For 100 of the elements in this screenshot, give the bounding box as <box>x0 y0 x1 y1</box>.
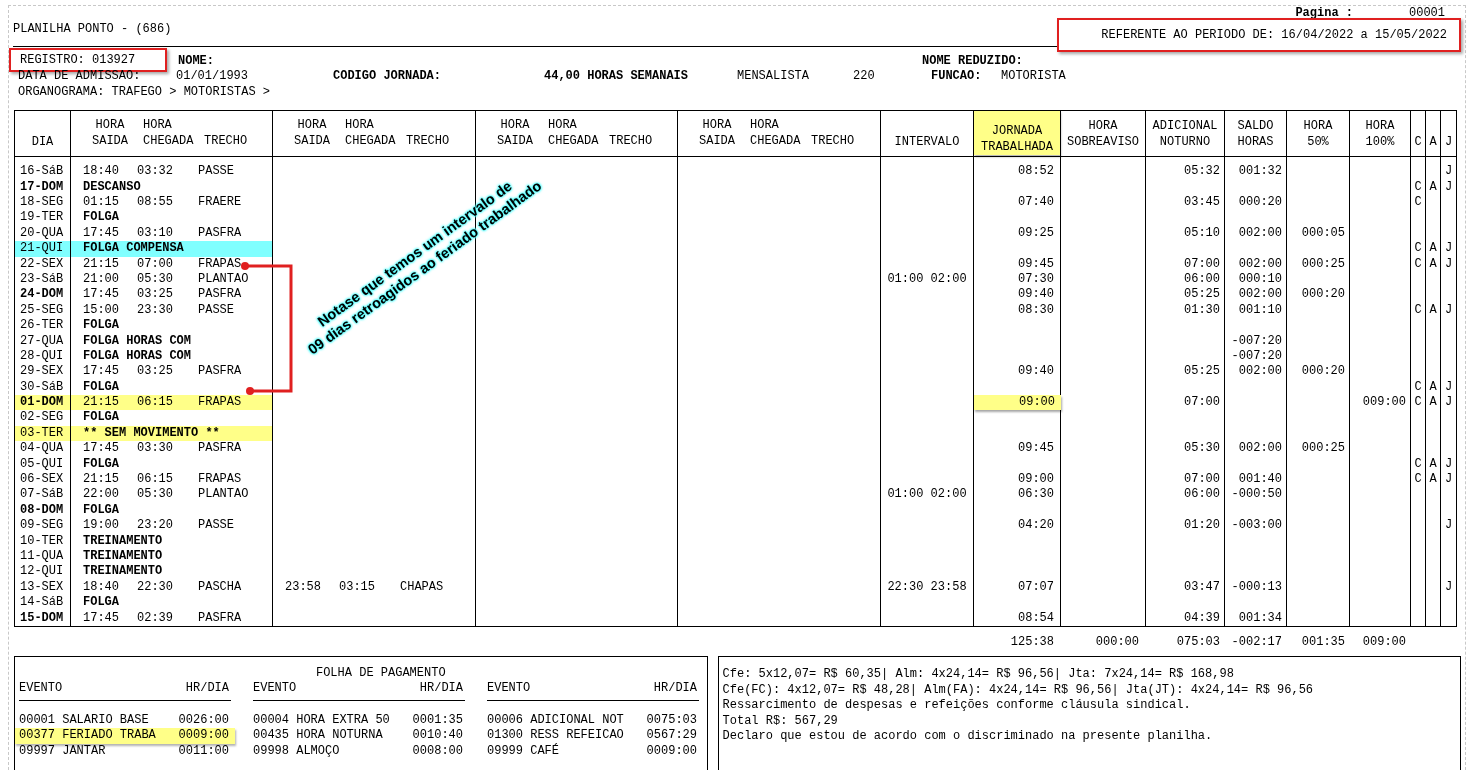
status-text: FOLGA <box>82 379 119 394</box>
column-header: HORA <box>547 118 577 134</box>
flag-letter: J <box>1444 579 1453 594</box>
status-text: FOLGA <box>82 410 119 425</box>
departure-time: 15:00 <box>83 302 120 319</box>
departure-time: 21:15 <box>83 256 120 272</box>
flag-letter: C <box>1414 379 1422 394</box>
org-chart-path: ORGANOGRAMA: TRAFEGO > MOTORISTAS > <box>17 84 271 101</box>
total-value: -002:17 <box>1230 633 1283 651</box>
column-header: ADICIONAL NOTURNO <box>1152 119 1218 151</box>
overtime-value: 009:00 <box>1362 395 1406 410</box>
arrival-time: 03:30 <box>137 441 174 457</box>
day-cell: 24-DOM <box>15 287 71 303</box>
worked-hours: 06:30 <box>1018 487 1055 503</box>
balance-hours: 000:10 <box>1238 271 1282 286</box>
column-header: HORA <box>499 118 531 134</box>
column-header: TRECHO <box>406 133 450 150</box>
column-header: HORA SOBREAVISO <box>1067 119 1139 151</box>
column-header: SALDO HORAS <box>1237 119 1274 151</box>
column-header: A <box>1429 134 1437 151</box>
day-cell: 09-SEG <box>15 518 71 534</box>
worked-hours: 07:07 <box>1018 579 1055 596</box>
night-hours: 05:30 <box>1184 441 1220 456</box>
worked-hours: 08:52 <box>1018 164 1055 180</box>
route-code: FRAPAS <box>198 395 242 411</box>
route-code: PASSE <box>198 164 234 180</box>
interval-value: 01:00 02:00 <box>887 487 967 502</box>
arrival-time: 03:10 <box>137 225 174 242</box>
day-cell: 01-DOM <box>15 395 71 411</box>
status-text: FOLGA HORAS COM <box>82 333 192 348</box>
event-hours: 0009:00 <box>646 743 698 759</box>
short-name-label: NOME REDUZIDO: <box>922 54 1023 70</box>
departure-time: 17:45 <box>83 610 120 626</box>
departure-time: 01:15 <box>83 195 120 211</box>
night-hours: 07:00 <box>1184 395 1220 410</box>
flag-letter: C <box>1414 241 1422 256</box>
overtime-value: 000:25 <box>1301 256 1345 271</box>
departure-time: 21:15 <box>83 472 120 488</box>
column-header: CHEGADA <box>547 133 600 150</box>
night-hours: 05:25 <box>1184 364 1220 379</box>
flag-letter: C <box>1414 456 1422 471</box>
night-hours: 03:47 <box>1184 579 1220 594</box>
departure-time: 21:00 <box>83 271 120 288</box>
route-code: PASFRA <box>198 364 242 380</box>
flag-letter: A <box>1429 302 1437 317</box>
flag-letter: A <box>1429 241 1437 256</box>
status-text: TREINAMENTO <box>82 533 163 548</box>
worked-hours: 09:40 <box>1018 364 1055 380</box>
night-hours: 04:39 <box>1184 610 1220 625</box>
column-header: HORA <box>94 118 126 134</box>
column-header: HR/DIA <box>185 681 230 697</box>
total-value: 001:35 <box>1300 633 1346 651</box>
flag-letter: C <box>1414 302 1422 317</box>
route-code: PASFRA <box>198 610 242 626</box>
event-name: 00435 HORA NOTURNA <box>253 728 383 744</box>
event-hours: 0011:00 <box>178 743 230 759</box>
day-cell: 07-SáB <box>15 487 71 503</box>
event-hours: 0026:00 <box>178 712 230 729</box>
arrival-time: 05:30 <box>137 271 174 288</box>
route-code: CHAPAS <box>400 579 444 596</box>
route-code: PLANTAO <box>198 271 249 288</box>
column-header: SAIDA <box>496 133 534 150</box>
note-line: Ressarcimento de despesas e refeições conforme cláusula sindical. <box>722 698 1192 714</box>
worked-hours: 07:30 <box>1018 271 1055 288</box>
night-hours: 01:20 <box>1184 518 1220 533</box>
event-hours: 0001:35 <box>412 712 464 729</box>
column-header: CHEGADA <box>142 133 195 150</box>
day-cell: 18-SEG <box>15 195 71 211</box>
flag-letter: C <box>1414 472 1422 486</box>
route-code: FRAERE <box>198 195 242 211</box>
admission-label: DATA DE ADMISSAO: <box>17 69 142 85</box>
departure-time: 18:40 <box>83 579 120 596</box>
flag-letter: J <box>1444 472 1453 486</box>
event-hours: 0010:40 <box>412 728 464 744</box>
page-label: Pagina : <box>1295 8 1353 18</box>
interval-value: 01:00 02:00 <box>887 271 967 286</box>
arrival-time: 03:32 <box>137 164 174 180</box>
status-text: FOLGA <box>82 502 119 517</box>
column-header: HORA 100% <box>1365 119 1395 151</box>
arrival-time: 03:15 <box>339 579 376 596</box>
night-hours: 05:10 <box>1184 225 1220 240</box>
flag-letter: J <box>1444 379 1453 394</box>
period-text: REFERENTE AO PERIODO DE: 16/04/2022 a 15/05/2022 <box>1057 18 1461 52</box>
day-cell: 02-SEG <box>15 410 71 426</box>
total-value: 000:00 <box>1094 633 1140 651</box>
departure-time: 17:45 <box>83 287 120 303</box>
flag-letter: C <box>1414 179 1422 194</box>
route-code: PASCHA <box>198 579 242 596</box>
column-header: EVENTO <box>253 681 297 697</box>
flag-letter: A <box>1429 256 1437 271</box>
flag-letter: J <box>1444 456 1453 471</box>
note-line: Total R$: 567,29 <box>722 713 839 730</box>
total-value: 125:38 <box>1009 633 1055 651</box>
column-header: HORA <box>142 118 172 134</box>
event-name: 00001 SALARIO BASE <box>19 712 149 729</box>
balance-hours: -003:00 <box>1231 518 1282 533</box>
balance-hours: 001:10 <box>1238 302 1282 317</box>
arrival-time: 06:15 <box>137 395 174 411</box>
column-header: HORA <box>701 118 733 134</box>
column-header: HR/DIA <box>653 681 698 697</box>
